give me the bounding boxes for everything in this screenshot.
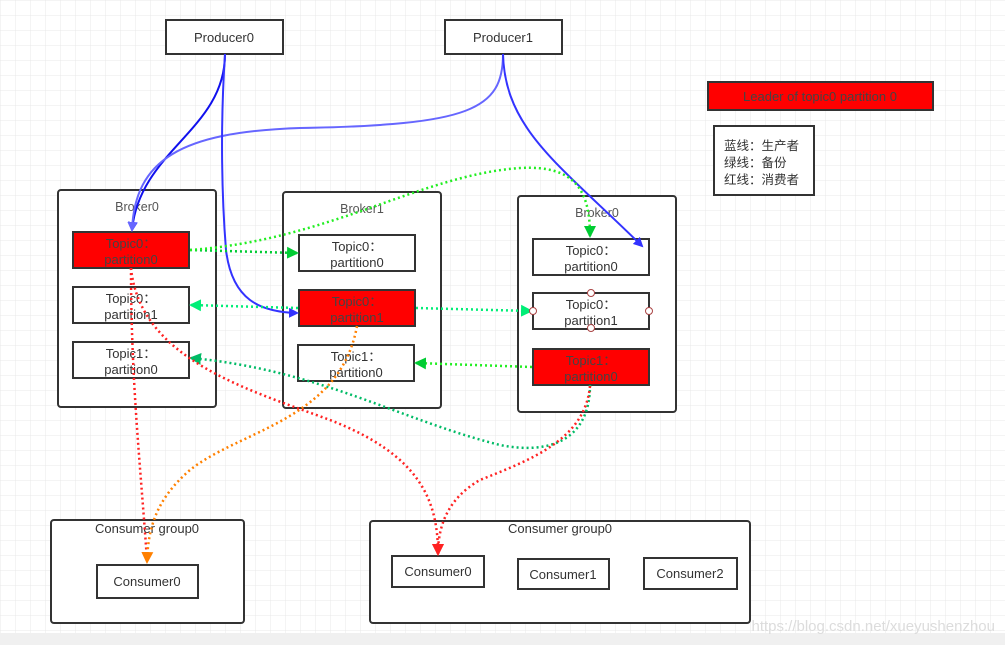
consumer-label: Consumer1 bbox=[529, 567, 596, 582]
broker-title: Broker1 bbox=[340, 202, 384, 216]
consumer-label: Consumer0 bbox=[404, 564, 471, 579]
consumer-group-title: Consumer group0 bbox=[95, 521, 199, 536]
partition-label: partition0 bbox=[564, 369, 617, 384]
diagram-canvas: Broker0 Broker1 Broker0 Consumer group0 … bbox=[0, 0, 1005, 645]
consumer-label: Consumer0 bbox=[113, 574, 180, 589]
partition-label: Topic0： bbox=[332, 239, 383, 254]
partition-label: Topic0： bbox=[566, 297, 617, 312]
partition-label: Topic1： bbox=[106, 346, 157, 361]
legend-replica: 绿线：备份 bbox=[724, 155, 787, 170]
consumer-label: Consumer2 bbox=[656, 566, 723, 581]
partition-label: partition0 bbox=[564, 259, 617, 274]
partition-label: Topic0： bbox=[566, 243, 617, 258]
partition-label: Topic0： bbox=[106, 236, 157, 251]
partition-label: Topic0： bbox=[332, 294, 383, 309]
partition-label: partition0 bbox=[104, 252, 157, 267]
producer-label: Producer0 bbox=[194, 30, 254, 45]
legend-consumer: 红线：消费者 bbox=[724, 172, 799, 187]
partition-label: partition0 bbox=[330, 255, 383, 270]
leader-note-text: Leader of topic0 partition 0 bbox=[743, 89, 897, 104]
partition-label: Topic1： bbox=[566, 353, 617, 368]
legend-producer: 蓝线：生产者 bbox=[724, 139, 799, 153]
consumer-group-title: Consumer group0 bbox=[508, 521, 612, 536]
producer-label: Producer1 bbox=[473, 30, 533, 45]
partition-label: Topic1： bbox=[331, 349, 382, 364]
partition-label: partition0 bbox=[104, 362, 157, 377]
partition-label: partition1 bbox=[330, 310, 383, 325]
watermark: https://blog.csdn.net/xueyushenzhou bbox=[751, 618, 995, 635]
